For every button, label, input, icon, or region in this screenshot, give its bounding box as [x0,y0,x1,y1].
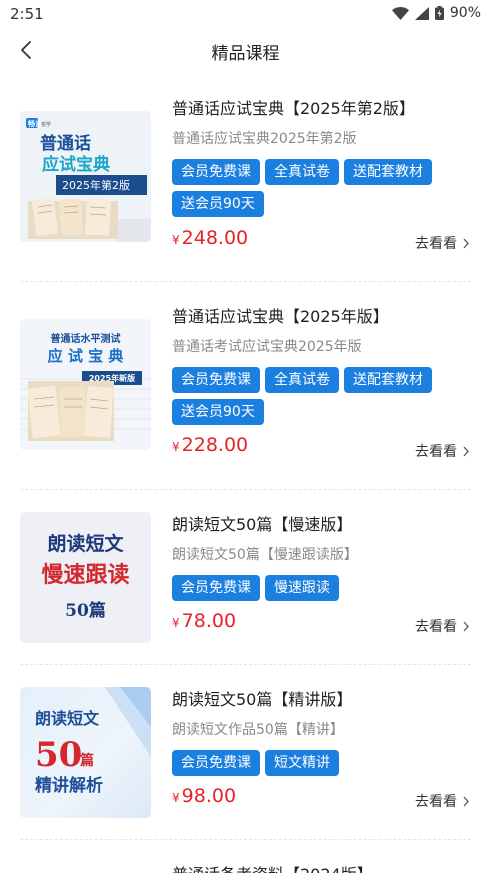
cover-image: 普通话水平测试 应 试 宝 典 2025年新版 [20,319,151,450]
view-more-label: 去看看 [415,619,457,635]
view-more-link[interactable]: 去看看 [415,791,469,811]
cover-line1: 朗读短文 [47,532,124,555]
tag-badge: 慢速跟读 [265,575,339,601]
view-more-link[interactable]: 去看看 [415,616,469,636]
cover-line1: 朗读短文 [35,709,100,728]
cover-brand-sub: 悦学 [41,121,51,128]
cover-image: 朗读短文 50 篇 精讲解析 [35,687,151,796]
course-title[interactable]: 普通话应试宝典【2025年版】 [172,303,389,327]
tag-badge: 送配套教材 [344,367,432,393]
tag-badge: 会员免费课 [172,750,260,776]
tag-badge: 会员免费课 [172,575,260,601]
course-title[interactable]: 普通话应试宝典【2025年第2版】 [172,95,415,119]
course-cover: 朗读短文 慢速跟读 50篇 [20,512,151,643]
status-icons: 90% [391,5,481,21]
course-cover: 朗读短文 50 篇 精讲解析 [20,687,151,818]
course-tags: 会员免费课 全真试卷 送配套教材 送会员90天 [172,159,472,217]
course-price: ¥248.00 [172,227,248,249]
cover-line1: 普通话水平测试 [51,332,121,345]
cover-image: 畅言 悦学 普通话 应试宝典 2025年第2版 [20,111,151,242]
course-title[interactable]: 朗读短文50篇【精讲版】 [172,686,352,710]
chevron-right-icon [463,238,469,248]
view-more-link[interactable]: 去看看 [415,441,469,461]
signal-icon [414,6,429,20]
view-more-link[interactable]: 去看看 [415,233,469,253]
price-value: 248.00 [181,227,249,249]
page-title: 精品课程 [211,44,280,64]
price-value: 98.00 [181,785,237,807]
divider [20,839,471,840]
cover-line2: 慢速跟读 [41,562,129,588]
course-subtitle: 朗读短文作品50篇【精讲】 [172,722,344,738]
course-title[interactable]: 普通话备考资料【2024版】 [172,861,373,873]
tag-badge: 会员免费课 [172,159,260,185]
chevron-right-icon [463,446,469,456]
course-price: ¥78.00 [172,610,236,632]
cover-line2: 应 试 宝 典 [48,347,124,365]
course-price: ¥98.00 [172,785,236,807]
course-cover: 畅言 悦学 普通话 应试宝典 2025年第2版 [20,111,151,242]
course-tags: 会员免费课 全真试卷 送配套教材 送会员90天 [172,367,472,425]
cover-image: 朗读短文 慢速跟读 50篇 [20,512,151,643]
course-cover: 普通话水平测试 应 试 宝 典 2025年新版 [20,319,151,450]
chevron-right-icon [463,796,469,806]
cover-num: 50 [35,735,82,775]
view-more-label: 去看看 [415,794,457,810]
book-pages-illustration [28,197,118,239]
wifi-icon [391,6,409,20]
currency-symbol: ¥ [172,791,180,805]
course-tags: 会员免费课 短文精讲 [172,750,472,776]
tag-badge: 会员免费课 [172,367,260,393]
status-bar: 2:51 90% [0,0,491,28]
course-price: ¥228.00 [172,434,248,456]
cover-line3: 精讲解析 [35,775,103,796]
book-pages-illustration [27,381,114,441]
tag-badge: 送会员90天 [172,191,264,217]
status-time: 2:51 [10,5,44,23]
currency-symbol: ¥ [172,233,180,247]
tag-badge: 送配套教材 [344,159,432,185]
course-subtitle: 普通话应试宝典2025年第2版 [172,131,357,147]
view-more-label: 去看看 [415,236,457,252]
navbar: 精品课程 [0,30,491,70]
currency-symbol: ¥ [172,616,180,630]
tag-badge: 全真试卷 [265,367,339,393]
chevron-right-icon [463,621,469,631]
currency-symbol: ¥ [172,440,180,454]
cover-brand: 畅言 [28,119,42,128]
cover-line2: 应试宝典 [42,154,110,175]
tag-badge: 送会员90天 [172,399,264,425]
course-subtitle: 朗读短文50篇【慢速跟读版】 [172,547,358,563]
divider [20,281,471,282]
battery-icon [434,6,444,20]
price-value: 78.00 [181,610,237,632]
tag-badge: 短文精讲 [265,750,339,776]
cover-line1: 普通话 [40,133,91,154]
battery-percent: 90% [449,5,481,21]
cover-edition: 2025年第2版 [62,178,130,192]
tag-badge: 全真试卷 [265,159,339,185]
divider [20,664,471,665]
course-subtitle: 普通话考试应试宝典2025年版 [172,339,362,355]
course-title[interactable]: 朗读短文50篇【慢速版】 [172,511,352,535]
cover-line3: 50篇 [65,600,106,621]
cover-unit: 篇 [79,752,94,769]
course-tags: 会员免费课 慢速跟读 [172,575,472,601]
divider [20,489,471,490]
price-value: 228.00 [181,434,249,456]
view-more-label: 去看看 [415,444,457,460]
